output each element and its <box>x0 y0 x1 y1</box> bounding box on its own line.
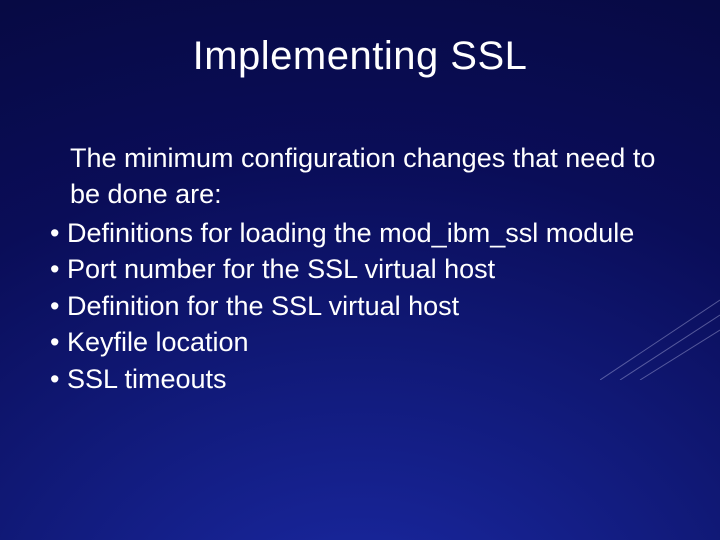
slide: Implementing SSL The minimum configurati… <box>0 0 720 540</box>
list-item: Definition for the SSL virtual host <box>50 288 660 324</box>
slide-title: Implementing SSL <box>0 34 720 79</box>
bullet-list: Definitions for loading the mod_ibm_ssl … <box>50 215 660 397</box>
list-item: Keyfile location <box>50 324 660 360</box>
list-item: Port number for the SSL virtual host <box>50 251 660 287</box>
intro-text: The minimum configuration changes that n… <box>70 140 660 213</box>
list-item: Definitions for loading the mod_ibm_ssl … <box>50 215 660 251</box>
list-item: SSL timeouts <box>50 361 660 397</box>
slide-body: The minimum configuration changes that n… <box>50 140 660 397</box>
